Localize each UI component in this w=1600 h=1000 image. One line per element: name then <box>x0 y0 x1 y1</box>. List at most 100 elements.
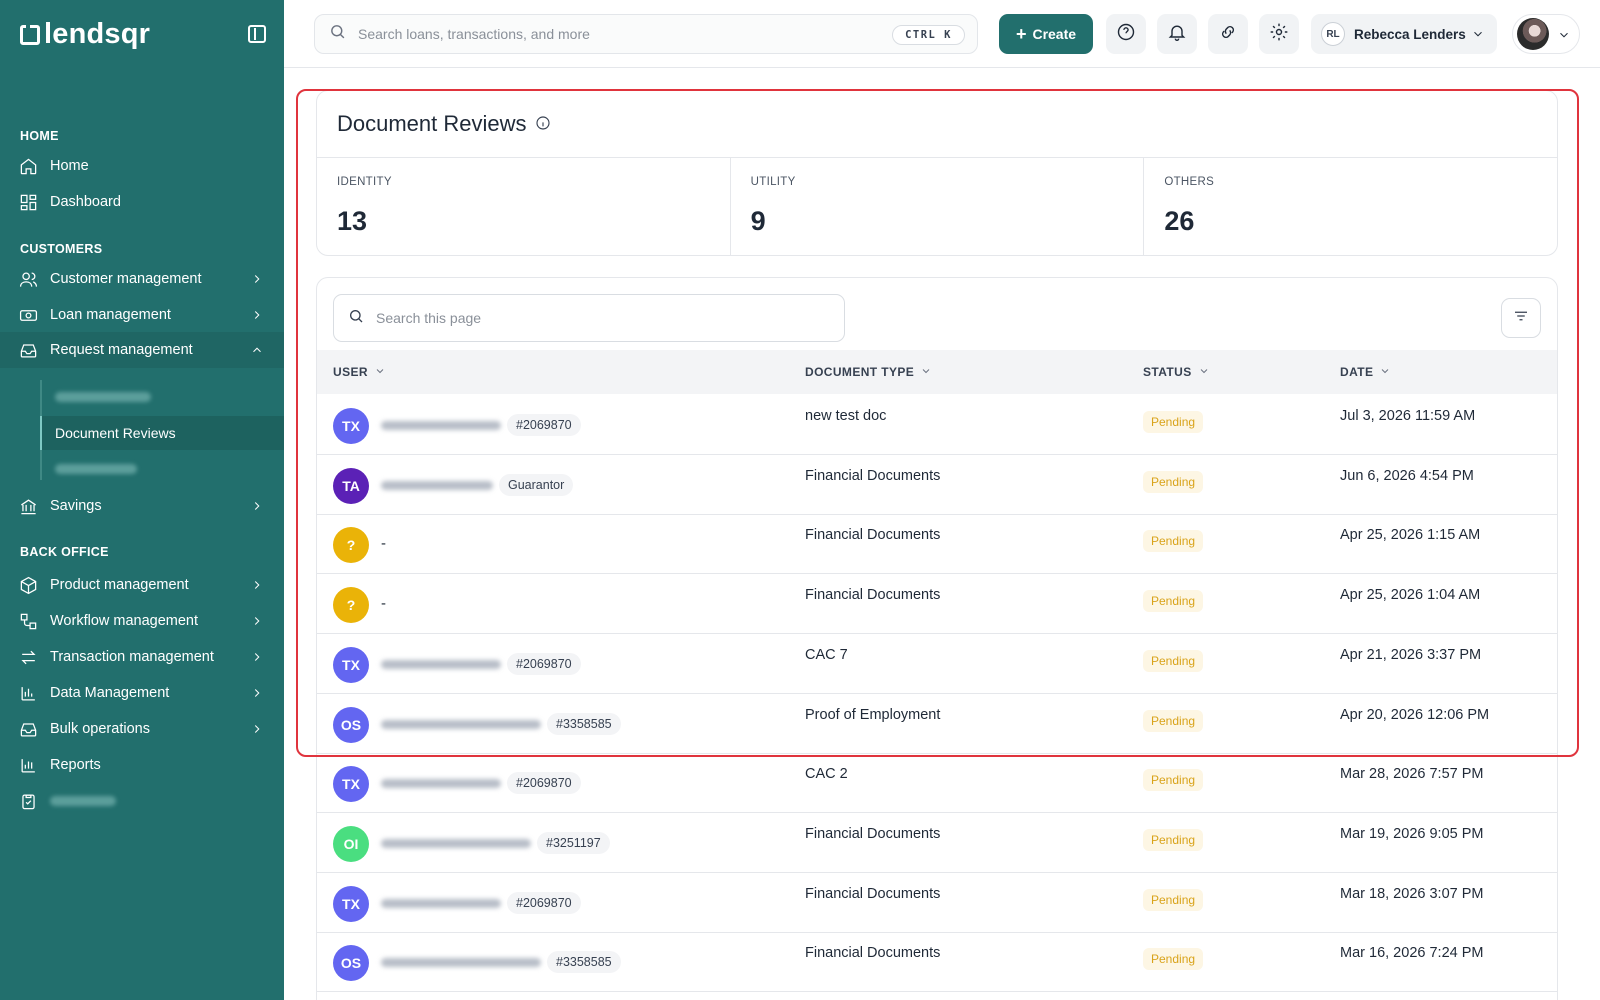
collapse-sidebar-icon[interactable] <box>248 25 266 43</box>
column-user[interactable]: USER <box>333 365 386 380</box>
sidebar-item-dashboard[interactable]: Dashboard <box>0 184 284 220</box>
column-label: DATE <box>1340 365 1374 379</box>
sidebar-item-request-management[interactable]: Request management <box>0 332 284 368</box>
table-row[interactable]: OS #3358585 Financial Documents Pending Mar … <box>317 931 1557 993</box>
document-type: Financial Documents <box>805 587 941 604</box>
search-placeholder: Search loans, transactions, and more <box>358 26 590 42</box>
sidebar-subitem-redacted-2[interactable] <box>40 452 284 486</box>
document-type: CAC 2 <box>805 766 848 783</box>
column-document-type[interactable]: DOCUMENT TYPE <box>805 365 932 380</box>
column-label: DOCUMENT TYPE <box>805 365 915 379</box>
document-type: Financial Documents <box>805 467 941 484</box>
filter-icon <box>1512 307 1530 330</box>
column-status[interactable]: STATUS <box>1143 365 1210 380</box>
date-cell: Apr 25, 2026 1:15 AM <box>1340 527 1481 544</box>
status-badge: Pending <box>1143 769 1204 792</box>
redacted-label <box>55 464 137 474</box>
user-initials: RL <box>1321 22 1345 46</box>
logo-icon <box>20 24 40 45</box>
page-search-input[interactable]: Search this page <box>333 294 845 342</box>
avatar: TX <box>333 646 369 683</box>
search-icon <box>329 23 346 45</box>
sidebar-item-reports[interactable]: Reports <box>0 747 284 783</box>
status-badge: Pending <box>1143 470 1204 493</box>
user-name: Rebecca Lenders <box>1354 26 1466 42</box>
date-cell: Mar 28, 2026 7:57 PM <box>1340 766 1484 783</box>
stat-identity[interactable]: IDENTITY 13 <box>317 158 731 256</box>
page-title: Document Reviews <box>337 111 551 137</box>
status-badge: Pending <box>1143 948 1204 971</box>
organization-menu[interactable]: RL Rebecca Lenders <box>1311 14 1497 54</box>
transfer-icon <box>18 647 38 667</box>
clipboard-check-icon <box>18 791 38 811</box>
redacted-label <box>50 796 116 806</box>
table-row[interactable]: ? - Financial Documents Pending Apr 25, 2026… <box>317 573 1557 635</box>
table-row[interactable]: ? - Financial Documents Pending Apr 25, 2026… <box>317 513 1557 575</box>
avatar: TX <box>333 885 369 922</box>
table-row[interactable]: TX #2069870 new test doc Pending Jul 3, 2026… <box>317 394 1557 455</box>
stat-others[interactable]: OTHERS 26 <box>1144 158 1557 256</box>
status-badge: Pending <box>1143 709 1204 732</box>
status-badge: Pending <box>1143 888 1204 911</box>
inbox-icon <box>18 340 38 360</box>
avatar <box>1517 18 1549 50</box>
sidebar-item-redacted[interactable] <box>0 783 284 819</box>
sidebar-item-workflow-management[interactable]: Workflow management <box>0 603 284 639</box>
section-home: HOME <box>20 129 59 143</box>
sidebar-subitem-document-reviews[interactable]: Document Reviews <box>40 416 284 450</box>
chevron-right-icon <box>250 686 264 700</box>
info-icon[interactable] <box>535 111 551 137</box>
global-search-input[interactable]: Search loans, transactions, and more CTR… <box>314 14 978 54</box>
sidebar-item-transaction-management[interactable]: Transaction management <box>0 639 284 675</box>
profile-menu[interactable] <box>1512 14 1580 54</box>
document-reviews-table: Search this page USER DOCUMENT TYPE STAT… <box>316 277 1558 1000</box>
sidebar-subitem-label: Document Reviews <box>55 425 176 441</box>
section-customers: CUSTOMERS <box>20 242 103 256</box>
sidebar-item-savings[interactable]: Savings <box>0 488 284 524</box>
chevron-right-icon <box>250 614 264 628</box>
notifications-button[interactable] <box>1157 14 1197 54</box>
workflow-icon <box>18 611 38 631</box>
page-title-text: Document Reviews <box>337 111 527 136</box>
brand-logo[interactable]: lendsqr <box>20 18 150 51</box>
inbox-stack-icon <box>18 719 38 739</box>
table-row[interactable]: TX #2069870 CAC 7 Pending Apr 21, 2026 3:37 … <box>317 633 1557 694</box>
sidebar-item-data-management[interactable]: Data Management <box>0 675 284 711</box>
sidebar-item-product-management[interactable]: Product management <box>0 567 284 603</box>
filter-button[interactable] <box>1501 298 1541 338</box>
sidebar-item-home[interactable]: Home <box>0 148 284 184</box>
table-row[interactable]: OS #3358585 Proof of Employment Pending Apr … <box>317 693 1557 754</box>
sidebar-subitem-redacted-1[interactable] <box>40 380 284 414</box>
help-button[interactable] <box>1106 14 1146 54</box>
chevron-right-icon <box>250 308 264 322</box>
status-badge: Pending <box>1143 411 1204 433</box>
user-name: - <box>381 535 386 553</box>
table-row[interactable]: TX #2069870 CAC 2 Pending Mar 28, 2026 7:57 … <box>317 752 1557 814</box>
sidebar-item-loan-management[interactable]: Loan management <box>0 297 284 333</box>
link-button[interactable] <box>1208 14 1248 54</box>
table-row[interactable]: OI #3251197 Financial Documents Pending Mar … <box>317 812 1557 873</box>
topbar: Search loans, transactions, and more CTR… <box>284 0 1600 68</box>
date-cell: Jun 6, 2026 4:54 PM <box>1340 467 1474 484</box>
table-row[interactable]: TA Guarantor Financial Documents Pending Jun… <box>317 454 1557 515</box>
document-reviews-summary: Document Reviews IDENTITY 13 UTILITY 9 O… <box>316 90 1558 256</box>
column-date[interactable]: DATE <box>1340 365 1391 380</box>
document-type: Financial Documents <box>805 825 941 842</box>
create-button[interactable]: + Create <box>999 14 1093 54</box>
box-icon <box>18 575 38 595</box>
sidebar-item-label: Transaction management <box>50 649 214 665</box>
sidebar-item-customer-management[interactable]: Customer management <box>0 261 284 297</box>
sidebar-item-label: Savings <box>50 498 102 514</box>
avatar: OS <box>333 945 369 982</box>
user-tag: #3358585 <box>547 951 621 974</box>
stat-utility[interactable]: UTILITY 9 <box>731 158 1145 256</box>
sidebar-item-bulk-operations[interactable]: Bulk operations <box>0 711 284 747</box>
column-label: STATUS <box>1143 365 1192 379</box>
settings-button[interactable] <box>1259 14 1299 54</box>
user-name: - <box>381 595 386 613</box>
chevron-right-icon <box>250 722 264 736</box>
table-row[interactable]: TX #2069870 Financial Documents Pending Mar … <box>317 872 1557 933</box>
shortcut-badge: CTRL K <box>892 25 965 45</box>
document-type: CAC 7 <box>805 646 848 663</box>
report-icon <box>18 755 38 775</box>
